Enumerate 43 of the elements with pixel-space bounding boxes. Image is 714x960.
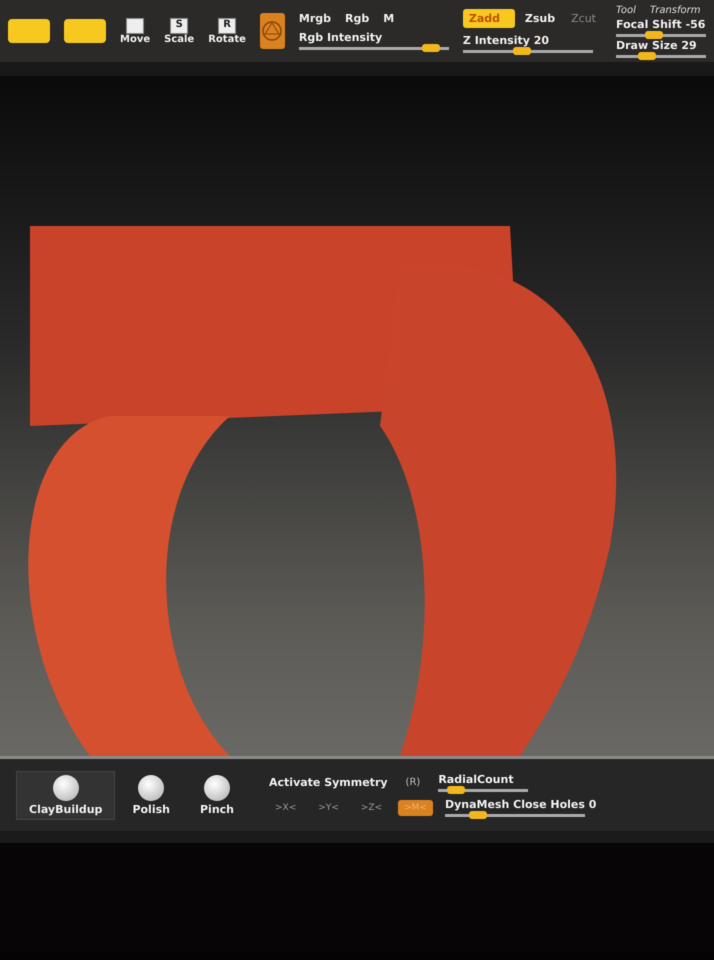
slider-thumb[interactable] <box>638 52 656 60</box>
slider-track[interactable] <box>616 54 706 58</box>
slider-thumb[interactable] <box>644 30 663 38</box>
material-button[interactable] <box>260 13 285 49</box>
key-icon <box>126 18 144 34</box>
slider-label: RadialCount <box>438 773 515 786</box>
key-icon: S <box>170 18 188 34</box>
color-mode-button[interactable]: Mrgb <box>298 12 332 25</box>
slider-track[interactable] <box>462 50 593 53</box>
z-mode-button[interactable]: Zsub <box>518 9 562 28</box>
slider-thumb[interactable] <box>469 811 488 819</box>
brush-sphere-icon <box>52 774 79 800</box>
tool-button[interactable]: Move <box>120 18 150 44</box>
brush-sphere-icon <box>138 774 164 800</box>
color-mode-button[interactable]: Rgb <box>345 12 370 25</box>
brush-button[interactable]: Polish <box>119 770 183 820</box>
tool-button[interactable]: R Rotate <box>208 18 246 44</box>
slider-label: Rgb Intensity <box>298 31 384 44</box>
slider-thumb[interactable] <box>513 47 532 55</box>
brush-sphere-icon <box>204 774 230 800</box>
slider-label: Draw Size 29 <box>616 38 698 52</box>
symmetry-label: Activate Symmetry <box>269 776 388 789</box>
menu-item[interactable]: Transform <box>650 4 701 16</box>
slider-track[interactable] <box>616 34 706 36</box>
key-icon: R <box>218 18 236 34</box>
axis-button[interactable]: >Y< <box>312 800 345 816</box>
slider-track[interactable] <box>298 47 449 50</box>
brush-button[interactable]: Pinch <box>186 770 247 820</box>
color-mode-button[interactable]: M <box>383 12 394 25</box>
slider-track[interactable] <box>444 814 585 817</box>
axis-button[interactable]: >Z< <box>354 800 388 816</box>
sphere-icon <box>261 20 284 42</box>
slider-thumb[interactable] <box>422 44 440 52</box>
radial-button[interactable]: (R) <box>400 775 426 790</box>
tool-button[interactable]: S Scale <box>164 18 194 44</box>
brush-button[interactable]: ClayBuildup <box>16 770 116 820</box>
slider-track[interactable] <box>438 789 528 792</box>
slider-label: DynaMesh Close Holes 0 <box>444 798 596 811</box>
slider-label: Focal Shift -56 <box>616 18 706 30</box>
slider-label: Z Intensity 20 <box>462 34 550 47</box>
axis-button[interactable]: >X< <box>269 800 302 816</box>
menu-item[interactable]: Tool <box>616 4 636 16</box>
slider-thumb[interactable] <box>446 786 465 794</box>
